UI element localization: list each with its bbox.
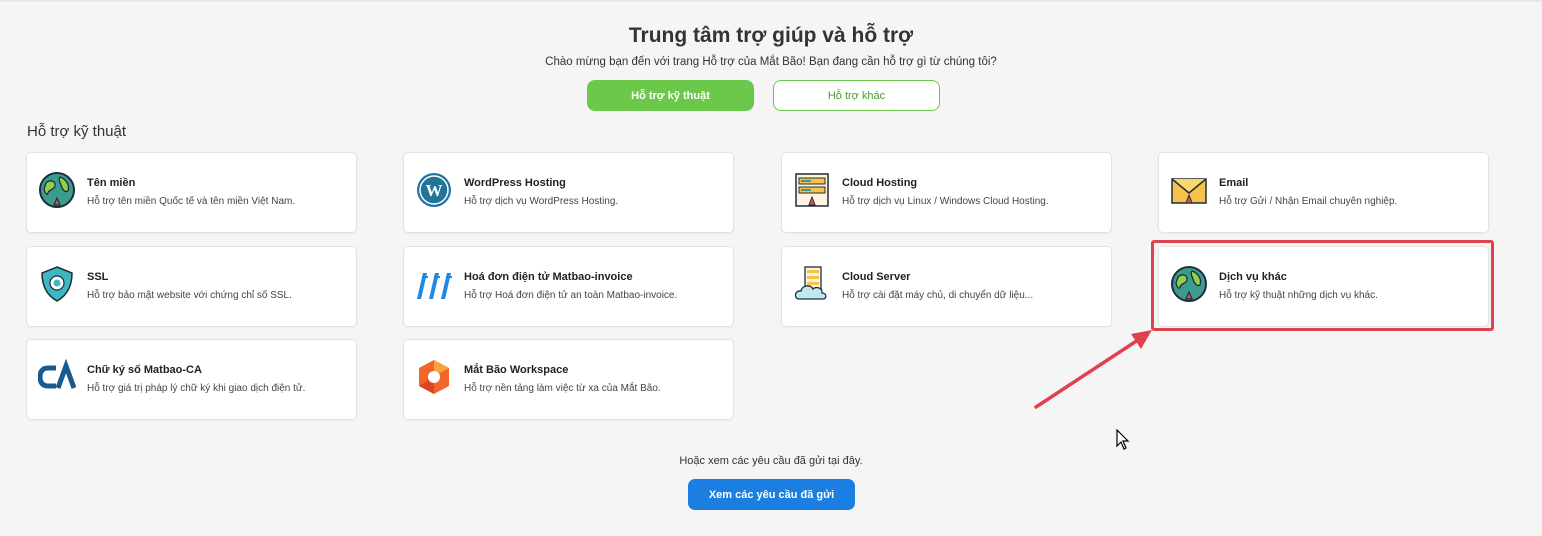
view-requests-button[interactable]: Xem các yêu cầu đã gửi (688, 479, 855, 510)
shield-icon (41, 266, 73, 302)
ca-logo-icon (38, 358, 76, 389)
card-desc: Hỗ trợ giá trị pháp lý chữ ký khi giao d… (87, 383, 306, 394)
server-icon (795, 173, 829, 207)
tab-other-support[interactable]: Hỗ trợ khác (773, 80, 940, 111)
card-desc: Hỗ trợ bảo mật website với chứng chỉ số … (87, 290, 292, 301)
card-desc: Hỗ trợ Gửi / Nhận Email chuyên nghiệp. (1219, 196, 1398, 207)
card-matbao-ca[interactable]: Chữ ký số Matbao-CA Hỗ trợ giá trị pháp … (26, 339, 357, 420)
card-name: Chữ ký số Matbao-CA (87, 364, 202, 376)
card-name: Tên miền (87, 177, 136, 189)
card-desc: Hỗ trợ Hoá đơn điện tử an toàn Matbao-in… (464, 290, 678, 301)
wordpress-icon: W (417, 173, 451, 207)
section-title: Hỗ trợ kỹ thuật (27, 123, 127, 140)
card-name: Email (1219, 177, 1249, 189)
footer-text: Hoặc xem các yêu cầu đã gửi tại đây. (679, 455, 863, 467)
card-name: Hoá đơn điện tử Matbao-invoice (464, 271, 633, 283)
page-subtitle: Chào mừng bạn đến với trang Hỗ trợ của M… (545, 56, 997, 68)
card-desc: Hỗ trợ nền tảng làm việc từ xa của Mắt B… (464, 383, 661, 394)
invoice-logo-icon (417, 273, 452, 299)
page-title: Trung tâm trợ giúp và hỗ trợ (628, 24, 914, 47)
card-cloud-server[interactable]: Cloud Server Hỗ trợ cài đặt máy chủ, di … (781, 246, 1112, 327)
card-desc: Hỗ trợ tên miền Quốc tế và tên miền Việt… (87, 196, 296, 207)
envelope-icon (1171, 178, 1207, 204)
card-name: Cloud Server (842, 271, 911, 283)
card-domain[interactable]: Tên miền Hỗ trợ tên miền Quốc tế và tên … (26, 152, 357, 233)
card-email[interactable]: Email Hỗ trợ Gửi / Nhận Email chuyên ngh… (1158, 152, 1489, 233)
card-name: Cloud Hosting (842, 177, 918, 189)
top-divider (0, 0, 1542, 2)
svg-text:W: W (426, 181, 443, 200)
card-name: WordPress Hosting (464, 177, 566, 189)
card-desc: Hỗ trợ cài đặt máy chủ, di chuyển dữ liệ… (842, 290, 1034, 301)
highlight-box (1151, 240, 1494, 331)
card-name: Mắt Bão Workspace (464, 364, 569, 376)
card-matbao-workspace[interactable]: Mắt Bão Workspace Hỗ trợ nền tảng làm vi… (403, 339, 734, 420)
card-desc: Hỗ trợ dịch vụ Linux / Windows Cloud Hos… (842, 196, 1049, 207)
workspace-logo-icon (419, 360, 449, 394)
cloud-server-icon (794, 266, 827, 300)
card-desc: Hỗ trợ dịch vụ WordPress Hosting. (464, 196, 619, 207)
card-ssl[interactable]: SSL Hỗ trợ bảo mật website với chứng chỉ… (26, 246, 357, 327)
card-wordpress-hosting[interactable]: W WordPress Hosting Hỗ trợ dịch vụ WordP… (403, 152, 734, 233)
card-cloud-hosting[interactable]: Cloud Hosting Hỗ trợ dịch vụ Linux / Win… (781, 152, 1112, 233)
tab-technical-support[interactable]: Hỗ trợ kỹ thuật (587, 80, 754, 111)
mouse-cursor-icon (1116, 429, 1130, 450)
card-name: SSL (87, 271, 109, 283)
globe-icon (39, 172, 75, 208)
card-matbao-invoice[interactable]: Hoá đơn điện tử Matbao-invoice Hỗ trợ Ho… (403, 246, 734, 327)
